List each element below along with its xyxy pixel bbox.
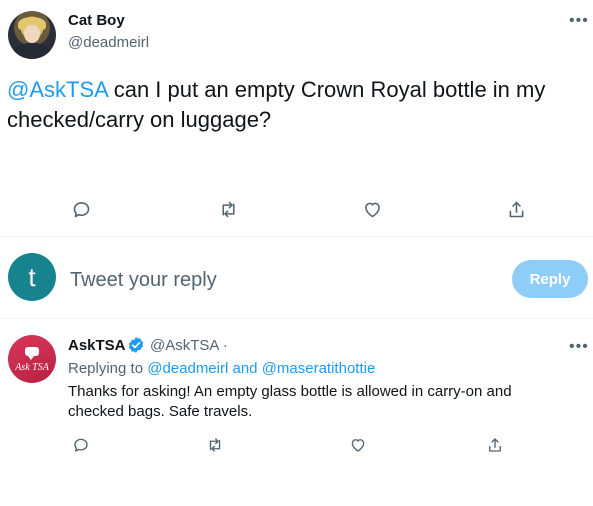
more-options-icon[interactable]: ••• (569, 12, 589, 30)
replying-prefix: Replying to (68, 360, 148, 377)
reply-button[interactable]: Reply (512, 260, 588, 298)
chat-bubble-icon (25, 347, 39, 360)
divider (0, 236, 593, 237)
tweet-text: Thanks for asking! An empty glass bottle… (68, 383, 512, 420)
retweet-icon[interactable] (215, 196, 241, 222)
more-options-icon[interactable]: ••• (569, 338, 589, 356)
reply-icon[interactable] (68, 196, 94, 222)
reply-icon[interactable] (68, 432, 94, 458)
like-icon[interactable] (345, 432, 371, 458)
mention-link[interactable]: @AskTSA (7, 77, 108, 102)
share-icon[interactable] (482, 432, 508, 458)
tweet-actions (0, 196, 593, 226)
replying-to: Replying to @deadmeirl and @maseratithot… (68, 360, 375, 377)
avatar-logo-text: Ask TSA (15, 362, 49, 373)
user-handle[interactable]: @deadmeirl (68, 34, 149, 51)
tweet-text: @AskTSA can I put an empty Crown Royal b… (7, 75, 587, 135)
composer-avatar[interactable]: t (8, 253, 56, 301)
replying-user-link[interactable]: @deadmeirl (147, 360, 228, 377)
user-handle[interactable]: @AskTSA · (150, 337, 228, 354)
reply-input[interactable] (70, 264, 490, 296)
tweet-actions (0, 432, 593, 462)
replying-user-link[interactable]: @maseratithottie (262, 360, 376, 377)
retweet-icon[interactable] (202, 432, 228, 458)
display-name[interactable]: Cat Boy (68, 12, 125, 29)
like-icon[interactable] (359, 196, 385, 222)
avatar[interactable]: Ask TSA (8, 335, 56, 383)
replying-and: and (228, 360, 262, 377)
avatar[interactable] (8, 11, 56, 59)
share-icon[interactable] (503, 196, 529, 222)
display-name[interactable]: AskTSA (68, 337, 126, 354)
verified-badge-icon (128, 337, 144, 353)
divider (0, 318, 593, 319)
